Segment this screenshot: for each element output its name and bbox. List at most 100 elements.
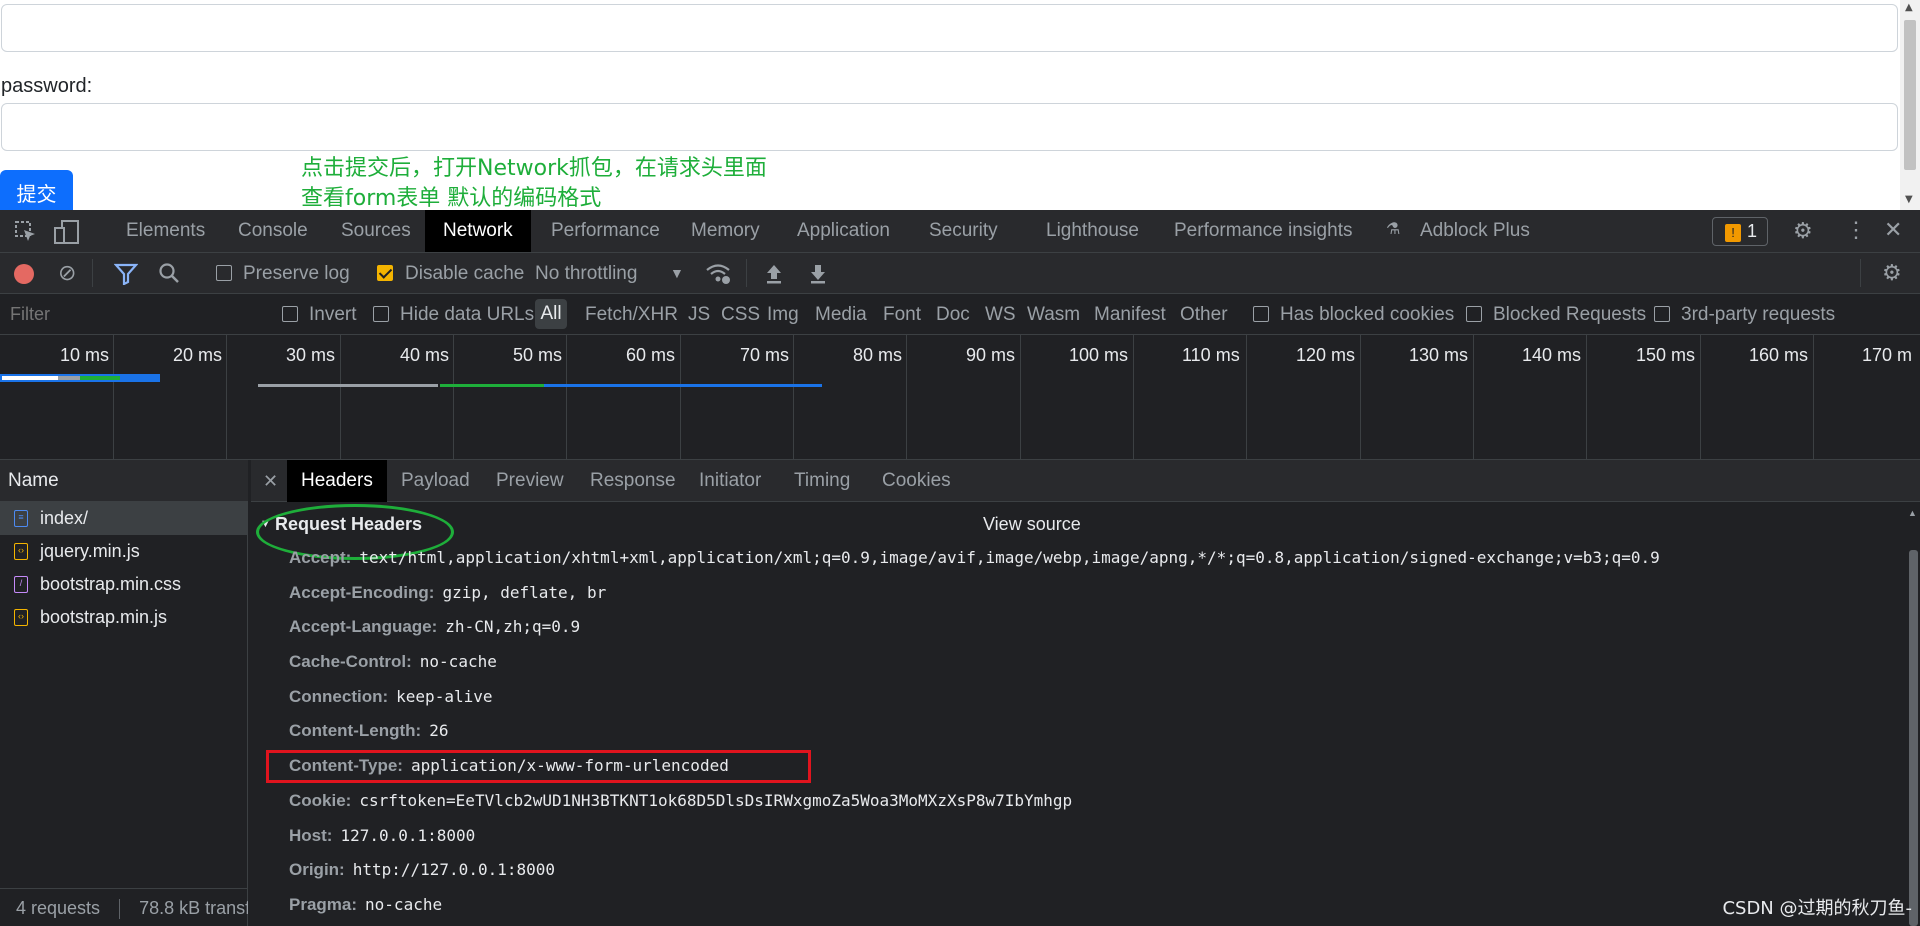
timeline-tick-label: 60 ms [626, 345, 676, 365]
type-filter-all[interactable]: All [535, 299, 567, 329]
filter-input[interactable] [4, 300, 260, 328]
type-filter-manifest[interactable]: Manifest [1094, 294, 1166, 335]
record-stop-icon[interactable] [14, 264, 34, 284]
import-har-icon[interactable] [764, 263, 784, 289]
issues-badge[interactable]: ! 1 [1712, 217, 1768, 246]
view-source-link[interactable]: View source [983, 514, 1081, 535]
header-row-host: Host: 127.0.0.1:8000 [289, 826, 475, 846]
timeline-gridline [1020, 335, 1021, 459]
tab-network[interactable]: Network [425, 210, 531, 252]
tab-performance-insights[interactable]: Performance insights [1174, 210, 1352, 252]
type-filter-doc[interactable]: Doc [936, 294, 970, 335]
timeline-tick-label: 160 ms [1749, 345, 1809, 365]
close-devtools-icon[interactable]: ✕ [1884, 219, 1902, 241]
request-count: 4 requests [16, 898, 101, 918]
close-detail-icon[interactable]: ✕ [263, 460, 278, 502]
type-filter-other[interactable]: Other [1180, 294, 1228, 335]
tab-console[interactable]: Console [238, 210, 308, 252]
type-filter-img[interactable]: Img [767, 294, 799, 335]
invert-label: Invert [309, 304, 357, 325]
stylesheet-file-icon: / [14, 576, 28, 593]
tab-timing[interactable]: Timing [794, 460, 850, 502]
type-filter-js[interactable]: JS [688, 294, 710, 335]
export-har-icon[interactable] [808, 263, 828, 289]
submit-button[interactable]: 提交 [0, 170, 73, 210]
disable-cache-checkbox[interactable] [377, 265, 393, 281]
filter-bar: Invert Hide data URLs All Fetch/XHR JS C… [0, 294, 1920, 335]
tab-application[interactable]: Application [797, 210, 890, 252]
search-icon[interactable] [158, 262, 180, 288]
request-row-bootstrap-css[interactable]: / bootstrap.min.css [0, 568, 248, 601]
has-blocked-cookies-checkbox[interactable] [1253, 306, 1269, 322]
script-file-icon: ‹› [14, 543, 28, 560]
scroll-down-icon[interactable]: ▼ [1905, 194, 1913, 205]
type-filter-wasm[interactable]: Wasm [1027, 294, 1080, 335]
tab-sources[interactable]: Sources [341, 210, 411, 252]
tab-cookies[interactable]: Cookies [882, 460, 951, 502]
timeline-gridline [1813, 335, 1814, 459]
request-bar-js-stall [258, 384, 438, 387]
scroll-up-icon[interactable]: ▲ [1908, 508, 1917, 518]
header-key: Content-Length: [289, 721, 422, 740]
inspect-element-icon[interactable] [14, 220, 38, 248]
request-row-jquery[interactable]: ‹› jquery.min.js [0, 535, 248, 568]
detail-scrollbar-thumb[interactable] [1909, 550, 1918, 926]
detail-scrollbar[interactable]: ▲ [1906, 502, 1920, 926]
type-filter-font[interactable]: Font [883, 294, 921, 335]
request-row-index[interactable]: ≡ index/ [0, 502, 248, 535]
blocked-requests-checkbox[interactable] [1466, 306, 1482, 322]
scroll-up-icon[interactable]: ▲ [1905, 2, 1913, 13]
tab-headers[interactable]: Headers [287, 460, 387, 502]
type-filter-css[interactable]: CSS [721, 294, 760, 335]
clear-icon[interactable]: ⊘ [58, 262, 76, 284]
hide-data-urls-checkbox[interactable] [373, 306, 389, 322]
invert-checkbox[interactable] [282, 306, 298, 322]
type-filter-ws[interactable]: WS [985, 294, 1016, 335]
request-row-bootstrap-js[interactable]: ‹› bootstrap.min.js [0, 601, 248, 634]
request-name: index/ [40, 508, 89, 528]
request-list: Name ≡ index/ ‹› jquery.min.js / bootstr… [0, 460, 248, 926]
tab-memory[interactable]: Memory [691, 210, 760, 252]
flask-icon: ⚗ [1386, 221, 1401, 238]
header-row-cookie: Cookie: csrftoken=EeTVlcb2wUD1NH3BTKNT1ok… [289, 791, 1072, 811]
hide-data-urls-label: Hide data URLs [400, 304, 535, 325]
more-options-icon[interactable]: ⋮ [1845, 219, 1867, 241]
header-row-accept-language: Accept-Language: zh-CN,zh;q=0.9 [289, 617, 580, 637]
page-scrollbar-thumb[interactable] [1904, 20, 1916, 170]
tab-response[interactable]: Response [590, 460, 676, 502]
type-filter-fetch-xhr[interactable]: Fetch/XHR [585, 294, 678, 335]
timeline-gridline [680, 335, 681, 459]
tab-preview[interactable]: Preview [496, 460, 564, 502]
tab-initiator[interactable]: Initiator [699, 460, 761, 502]
network-settings-gear-icon[interactable]: ⚙ [1882, 262, 1902, 284]
header-value: gzip, deflate, br [442, 583, 607, 602]
tab-payload[interactable]: Payload [401, 460, 470, 502]
type-filter-media[interactable]: Media [815, 294, 867, 335]
filter-icon[interactable] [113, 263, 139, 289]
device-toolbar-icon[interactable] [54, 220, 80, 248]
network-conditions-icon[interactable] [705, 261, 731, 289]
header-row-accept: Accept: text/html,application/xhtml+xml,a… [289, 548, 1660, 568]
throttling-select[interactable]: No throttling [535, 253, 637, 294]
tab-lighthouse[interactable]: Lighthouse [1046, 210, 1139, 252]
request-name: bootstrap.min.js [40, 607, 168, 627]
tab-adblock-plus[interactable]: Adblock Plus [1420, 210, 1530, 252]
settings-gear-icon[interactable]: ⚙ [1793, 220, 1813, 242]
name-column-header[interactable]: Name [0, 460, 248, 502]
timeline-gridline [793, 335, 794, 459]
username-input[interactable] [1, 4, 1898, 52]
blocked-requests-label: Blocked Requests [1493, 304, 1647, 325]
tab-elements[interactable]: Elements [126, 210, 205, 252]
preserve-log-checkbox[interactable] [216, 265, 232, 281]
has-blocked-cookies-label: Has blocked cookies [1280, 304, 1455, 325]
tab-performance[interactable]: Performance [551, 210, 660, 252]
third-party-checkbox[interactable] [1654, 306, 1670, 322]
timeline-tick-label: 70 ms [740, 345, 790, 365]
tab-security[interactable]: Security [929, 210, 998, 252]
password-input[interactable] [1, 103, 1898, 151]
header-value: no-cache [365, 895, 443, 914]
page-scrollbar[interactable]: ▲ ▼ [1900, 0, 1920, 210]
chevron-down-icon[interactable]: ▼ [670, 266, 684, 280]
timeline-gridline [453, 335, 454, 459]
timeline-overview[interactable]: 10 ms 20 ms 30 ms 40 ms 50 ms 60 ms 70 m… [0, 335, 1920, 460]
